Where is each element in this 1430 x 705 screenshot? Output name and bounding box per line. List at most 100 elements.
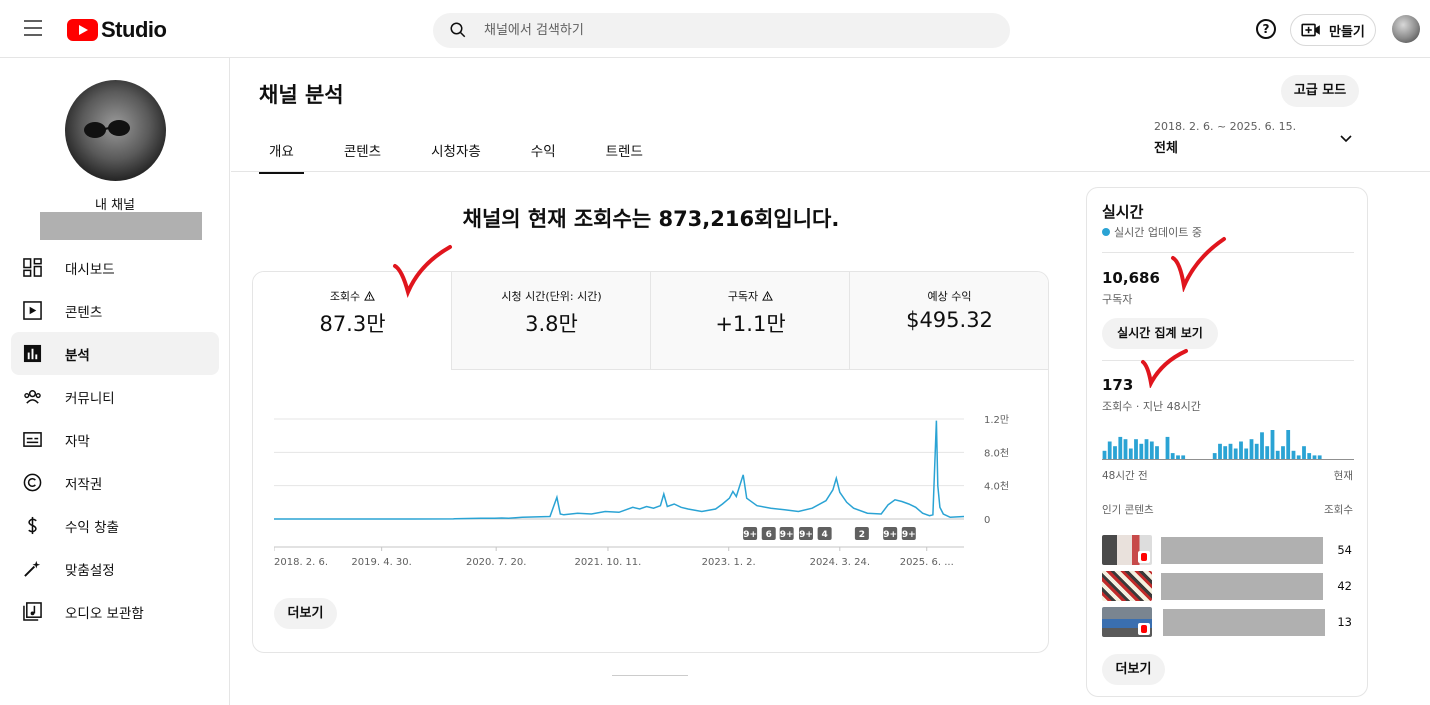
metric-value: 87.3만 (319, 312, 386, 336)
svg-text:9+: 9+ (883, 530, 897, 540)
sidebar-item-label: 자막 (65, 433, 90, 450)
dashboard-icon (23, 258, 42, 277)
svg-text:9+: 9+ (780, 530, 794, 540)
x-tick-label: 2025. 6. ... (900, 557, 954, 568)
video-thumbnail[interactable] (1102, 607, 1152, 637)
content-icon (23, 301, 42, 320)
popular-views-header: 조회수 (1324, 504, 1353, 516)
annotation-badge: 9+ (798, 527, 813, 540)
realtime-card: 실시간 실시간 업데이트 중 10,686 구독자 실시간 집계 보기 173 … (1086, 187, 1368, 697)
chevron-down-icon[interactable] (1339, 132, 1353, 146)
metric-revenue[interactable]: 예상 수익 $495.32 (850, 272, 1048, 370)
x-tick-label: 2019. 4. 30. (351, 557, 411, 568)
divider (1102, 360, 1354, 361)
create-button[interactable]: 만들기 (1290, 14, 1376, 46)
popular-item-views: 54 (1337, 543, 1352, 557)
menu-icon[interactable] (24, 20, 42, 36)
shorts-icon (1138, 623, 1150, 635)
sidebar-item-dashboard[interactable]: 대시보드 (11, 246, 219, 289)
advanced-mode-button[interactable]: 고급 모드 (1281, 75, 1359, 107)
annotation-badge: 9+ (743, 527, 758, 540)
sidebar-item-audio-library[interactable]: 오디오 보관함 (11, 590, 219, 633)
realtime-bar (1144, 439, 1149, 460)
sidebar-item-monetization[interactable]: 수익 창출 (11, 504, 219, 547)
popular-item[interactable]: 54 (1102, 535, 1354, 565)
realtime-bar (1118, 436, 1123, 460)
sidebar-item-label: 콘텐츠 (65, 304, 103, 321)
divider (1102, 252, 1354, 253)
realtime-aggregate-button[interactable]: 실시간 집계 보기 (1102, 318, 1218, 349)
account-avatar[interactable] (1392, 15, 1420, 43)
realtime-more-button[interactable]: 더보기 (1102, 654, 1165, 685)
sidebar-item-community[interactable]: 커뮤니티 (11, 375, 219, 418)
sunglasses-icon (84, 120, 130, 138)
video-thumbnail[interactable] (1102, 571, 1152, 601)
sidebar-item-copyright[interactable]: 저작권 (11, 461, 219, 504)
tab-trends[interactable]: 트렌드 (596, 128, 653, 174)
annotation-badge: 6 (761, 527, 776, 540)
sidebar-item-subtitles[interactable]: 자막 (11, 418, 219, 461)
scroll-indicator (612, 675, 688, 676)
channel-label: 내 채널 (94, 198, 135, 213)
realtime-views-value: 173 (1102, 376, 1134, 394)
sidebar-item-label: 커뮤니티 (65, 390, 115, 407)
tab-content[interactable]: 콘텐츠 (334, 128, 391, 174)
sidebar-item-customization[interactable]: 맞춤설정 (11, 547, 219, 590)
realtime-live-status: 실시간 업데이트 중 (1102, 224, 1202, 240)
create-label: 만들기 (1329, 24, 1365, 40)
metric-label: 구독자 (651, 288, 850, 304)
shorts-icon (1138, 551, 1150, 563)
views-chart[interactable]: 0 4.0천 8.0천 1.2만 9+ 6 9+ 9+ 4 2 9+ 9+ 2018. 2. 6. 201… (274, 402, 1014, 582)
y-tick-label: 4.0천 (984, 481, 1009, 493)
realtime-bar (1233, 448, 1238, 460)
date-range[interactable]: 2018. 2. 6. ~ 2025. 6. 15. (1154, 120, 1296, 133)
analytics-tabs: 개요 콘텐츠 시청자층 수익 트렌드 (259, 128, 683, 174)
metric-watch-time[interactable]: 시청 시간(단위: 시간) 3.8만 (452, 272, 651, 370)
y-tick-label: 8.0천 (984, 447, 1009, 459)
realtime-bar (1260, 432, 1264, 460)
tab-overview[interactable]: 개요 (259, 128, 304, 174)
x-tick-label: 2023. 1. 2. (702, 557, 756, 568)
channel-avatar[interactable] (65, 80, 166, 181)
y-tick-label: 1.2만 (984, 414, 1009, 426)
search-icon[interactable] (449, 21, 467, 39)
video-title-redacted (1163, 609, 1325, 636)
realtime-bar (1254, 443, 1259, 460)
realtime-views-label: 조회수 · 지난 48시간 (1102, 400, 1201, 413)
more-button[interactable]: 더보기 (274, 598, 337, 629)
video-add-icon (1301, 23, 1320, 37)
tab-revenue[interactable]: 수익 (521, 128, 566, 174)
x-tick-label: 2024. 3. 24. (810, 557, 870, 568)
svg-text:6: 6 (766, 530, 772, 540)
live-dot-icon (1102, 228, 1110, 236)
audio-library-icon (23, 602, 42, 621)
realtime-bar (1249, 439, 1254, 460)
sidebar-item-analytics[interactable]: 분석 (11, 332, 219, 375)
popular-item[interactable]: 42 (1102, 571, 1354, 601)
metric-views[interactable]: 조회수 87.3만 (253, 272, 452, 370)
metric-subscribers[interactable]: 구독자 +1.1만 (651, 272, 850, 370)
popular-item[interactable]: 13 (1102, 607, 1354, 637)
realtime-bar (1228, 443, 1233, 460)
realtime-bar (1275, 450, 1280, 460)
sidebar-item-content[interactable]: 콘텐츠 (11, 289, 219, 332)
channel-name-redacted (40, 212, 202, 240)
views-headline: 채널의 현재 조회수는 873,216회입니다. (462, 207, 840, 231)
views-series-line (274, 420, 965, 520)
search-bar[interactable] (433, 13, 1010, 48)
y-tick-label: 0 (984, 515, 990, 526)
video-thumbnail[interactable] (1102, 535, 1152, 565)
help-icon[interactable]: ? (1256, 19, 1276, 39)
realtime-views-bar-chart[interactable] (1102, 424, 1354, 460)
tab-audience[interactable]: 시청자층 (421, 128, 491, 174)
copyright-icon (23, 473, 42, 492)
search-input[interactable] (484, 23, 984, 38)
community-icon (24, 390, 41, 404)
realtime-bar (1165, 436, 1170, 460)
axis-label-end: 현재 (1333, 470, 1353, 482)
svg-text:4: 4 (821, 530, 827, 540)
date-scope[interactable]: 전체 (1154, 137, 1178, 156)
studio-logo[interactable]: Studio (67, 17, 167, 43)
annotation-badge: 2 (854, 527, 869, 540)
sidebar-nav: 대시보드 콘텐츠 분석 커뮤니티 자막 저작권 수익 창출 맞춤설정 오디오 보… (11, 246, 219, 633)
